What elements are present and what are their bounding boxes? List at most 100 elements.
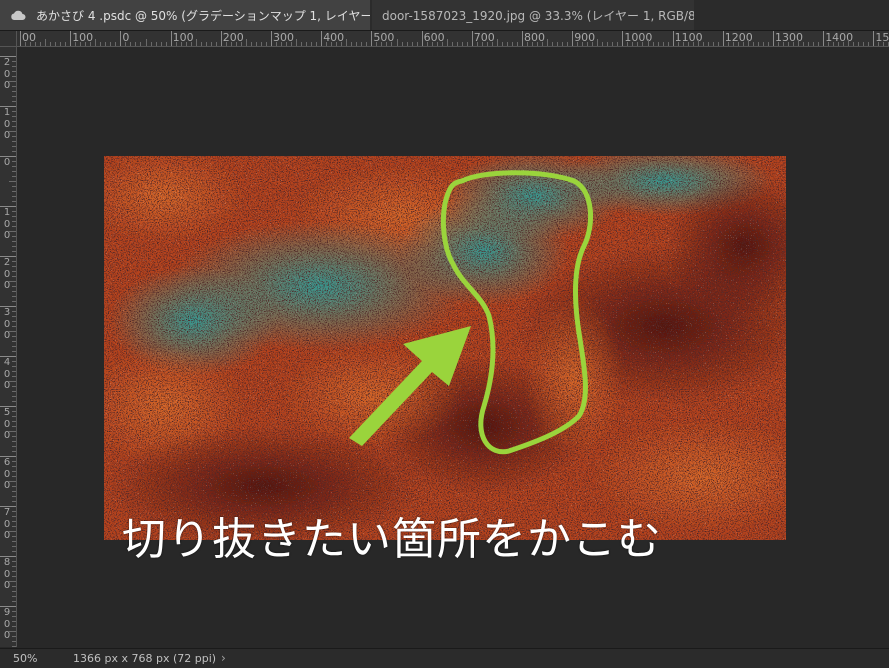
ruler-label: 700 bbox=[3, 507, 11, 541]
ruler-minor-tick bbox=[557, 42, 559, 46]
ruler-minor-tick bbox=[12, 76, 16, 77]
ruler-label: 300 bbox=[3, 307, 11, 341]
ruler-minor-tick bbox=[95, 39, 97, 46]
ruler-minor-tick bbox=[12, 421, 16, 422]
ruler-minor-tick bbox=[75, 42, 77, 46]
tab-title: door-1587023_1920.jpg @ 33.3% (レイヤー 1, R… bbox=[382, 8, 694, 23]
ruler-minor-tick bbox=[667, 42, 669, 46]
ruler-minor-tick bbox=[12, 291, 16, 292]
ruler-minor-tick bbox=[12, 571, 16, 572]
ruler-minor-tick bbox=[642, 42, 644, 46]
ruler-minor-tick bbox=[12, 326, 16, 327]
tab-door-jpg[interactable]: door-1587023_1920.jpg @ 33.3% (レイヤー 1, R… bbox=[372, 0, 694, 30]
ruler-minor-tick bbox=[9, 231, 16, 232]
ruler-minor-tick bbox=[12, 386, 16, 387]
ruler-minor-tick bbox=[85, 42, 87, 46]
ruler-minor-tick bbox=[12, 236, 16, 237]
ruler-minor-tick bbox=[778, 42, 780, 46]
ruler-minor-tick bbox=[311, 42, 313, 46]
ruler-label: 500 bbox=[3, 407, 11, 441]
ruler-minor-tick bbox=[12, 376, 16, 377]
ruler-minor-tick bbox=[195, 39, 197, 46]
ruler-minor-tick bbox=[567, 42, 569, 46]
ruler-minor-tick bbox=[336, 42, 338, 46]
canvas-area[interactable]: 切り抜きたい箇所をかこむ bbox=[17, 47, 889, 647]
ruler-origin[interactable] bbox=[0, 31, 17, 47]
ruler-minor-tick bbox=[255, 42, 257, 46]
ruler-major-tick bbox=[823, 31, 825, 46]
ruler-minor-tick bbox=[12, 191, 16, 192]
ruler-minor-tick bbox=[12, 541, 16, 542]
ruler-minor-tick bbox=[562, 42, 564, 46]
ruler-minor-tick bbox=[547, 39, 549, 46]
ruler-minor-tick bbox=[12, 346, 16, 347]
ruler-minor-tick bbox=[853, 42, 855, 46]
ruler-minor-tick bbox=[12, 341, 16, 342]
ruler-label: 100 bbox=[3, 107, 11, 141]
ruler-minor-tick bbox=[12, 646, 16, 647]
ruler-minor-tick bbox=[12, 61, 16, 62]
ruler-minor-tick bbox=[436, 42, 438, 46]
ruler-minor-tick bbox=[160, 42, 162, 46]
ruler-minor-tick bbox=[12, 296, 16, 297]
ruler-minor-tick bbox=[12, 286, 16, 287]
zoom-level[interactable]: 50% bbox=[13, 652, 37, 665]
ruler-minor-tick bbox=[12, 96, 16, 97]
cloud-icon bbox=[10, 10, 26, 21]
ruler-minor-tick bbox=[12, 621, 16, 622]
ruler-minor-tick bbox=[12, 166, 16, 167]
ruler-minor-tick bbox=[12, 526, 16, 527]
ruler-minor-tick bbox=[12, 476, 16, 477]
ruler-minor-tick bbox=[883, 42, 885, 46]
ruler-label: 100 bbox=[3, 207, 11, 241]
ruler-minor-tick bbox=[301, 42, 303, 46]
ruler-minor-tick bbox=[12, 466, 16, 467]
ruler-minor-tick bbox=[12, 626, 16, 627]
ruler-minor-tick bbox=[12, 576, 16, 577]
ruler-minor-tick bbox=[12, 416, 16, 417]
ruler-minor-tick bbox=[12, 501, 16, 502]
ruler-minor-tick bbox=[130, 42, 132, 46]
vertical-ruler[interactable]: 200 100 0 100 200 300 400 500 600 700 800 900 bbox=[0, 47, 17, 647]
ruler-minor-tick bbox=[35, 42, 37, 46]
ruler-minor-tick bbox=[145, 39, 147, 46]
ruler-minor-tick bbox=[803, 42, 805, 46]
ruler-minor-tick bbox=[245, 39, 247, 46]
ruler-minor-tick bbox=[276, 42, 278, 46]
document-image[interactable] bbox=[104, 156, 786, 540]
ruler-label: 800 bbox=[3, 557, 11, 591]
ruler-minor-tick bbox=[366, 42, 368, 46]
ruler-minor-tick bbox=[12, 546, 16, 547]
ruler-minor-tick bbox=[12, 316, 16, 317]
ruler-minor-tick bbox=[225, 42, 227, 46]
ruler-minor-tick bbox=[848, 39, 850, 46]
ruler-minor-tick bbox=[12, 136, 16, 137]
ruler-minor-tick bbox=[12, 311, 16, 312]
ruler-minor-tick bbox=[12, 226, 16, 227]
ruler-minor-tick bbox=[838, 42, 840, 46]
ruler-minor-tick bbox=[426, 42, 428, 46]
ruler-minor-tick bbox=[12, 436, 16, 437]
ruler-minor-tick bbox=[12, 496, 16, 497]
ruler-minor-tick bbox=[396, 39, 398, 46]
ruler-minor-tick bbox=[632, 42, 634, 46]
ruler-major-tick bbox=[271, 31, 272, 46]
ruler-minor-tick bbox=[12, 151, 16, 152]
chevron-right-icon[interactable]: › bbox=[221, 651, 226, 665]
ruler-minor-tick bbox=[331, 42, 333, 46]
ruler-minor-tick bbox=[607, 42, 609, 46]
ruler-minor-tick bbox=[12, 276, 16, 277]
ruler-minor-tick bbox=[90, 42, 92, 46]
horizontal-ruler[interactable]: 00 100 0 100 200 300 400 500 600 700 800 900 1000 110… bbox=[17, 31, 889, 47]
ruler-minor-tick bbox=[527, 42, 529, 46]
ruler-minor-tick bbox=[175, 42, 177, 46]
ruler-minor-tick bbox=[9, 181, 16, 182]
tab-akasabi-psdc[interactable]: あかさび 4 .psdc @ 50% (グラデーションマップ 1, レイヤーマス… bbox=[0, 0, 370, 30]
ruler-minor-tick bbox=[100, 42, 102, 46]
ruler-minor-tick bbox=[12, 101, 16, 102]
ruler-minor-tick bbox=[9, 631, 16, 632]
ruler-major-tick bbox=[70, 31, 72, 46]
ruler-minor-tick bbox=[12, 261, 16, 262]
ruler-minor-tick bbox=[376, 42, 378, 46]
ruler-minor-tick bbox=[501, 42, 503, 46]
